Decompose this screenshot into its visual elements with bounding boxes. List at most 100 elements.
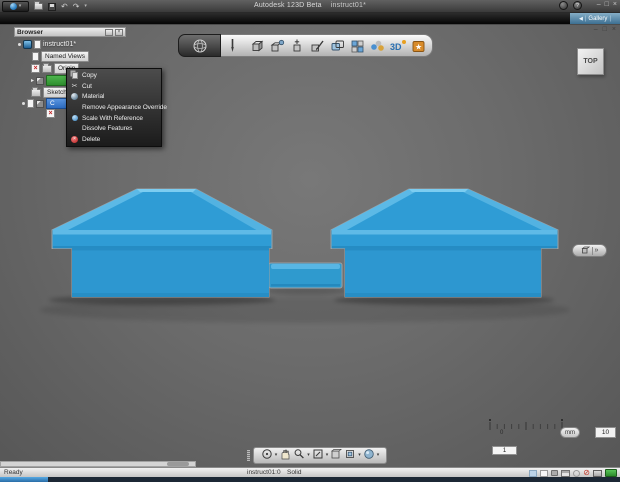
primitive-box-icon[interactable] bbox=[249, 38, 266, 54]
zoom-icon[interactable] bbox=[293, 447, 305, 465]
menu-item-copy[interactable]: Copy bbox=[67, 70, 161, 81]
menu-label: Remove Appearance Override bbox=[82, 104, 167, 112]
hidden-red-x-icon[interactable]: × bbox=[31, 64, 40, 73]
modify-icon[interactable] bbox=[309, 38, 326, 54]
menu-item-material[interactable]: Material bbox=[67, 91, 161, 102]
pill-cube-icon bbox=[580, 246, 590, 254]
tree-row-root[interactable]: instruct01* bbox=[18, 40, 76, 49]
minimize-button[interactable]: – bbox=[597, 1, 601, 9]
maximize-button[interactable]: □ bbox=[605, 1, 609, 9]
ruler-zero-label: 0 bbox=[500, 430, 504, 436]
browser-title: Browser bbox=[17, 28, 44, 36]
combine-icon[interactable] bbox=[349, 38, 366, 54]
display-icon[interactable] bbox=[593, 469, 602, 477]
fit-icon[interactable] bbox=[312, 447, 324, 465]
orbit-caret-icon[interactable]: ▾ bbox=[275, 453, 278, 458]
move-icon[interactable] bbox=[289, 38, 306, 54]
scrollbar-thumb[interactable] bbox=[167, 462, 189, 466]
units-button[interactable]: mm bbox=[560, 427, 580, 438]
steering-wheel-pill[interactable]: » bbox=[572, 244, 607, 257]
pill-divider bbox=[591, 246, 593, 255]
display-settings-icon[interactable] bbox=[344, 447, 356, 465]
solid-body-icon bbox=[36, 76, 45, 85]
svg-text:★: ★ bbox=[415, 42, 422, 51]
navbar-grip[interactable] bbox=[247, 450, 250, 461]
press-pull-icon[interactable] bbox=[269, 38, 286, 54]
lock-icon[interactable] bbox=[551, 470, 559, 476]
viewcube[interactable]: TOP bbox=[577, 48, 604, 75]
menu-item-dissolve-features[interactable]: Dissolve Features bbox=[67, 124, 161, 135]
origin-folder-icon bbox=[42, 62, 52, 73]
expand-dot[interactable] bbox=[22, 102, 25, 105]
grid-toggle-icon[interactable] bbox=[540, 469, 549, 477]
account-icon[interactable] bbox=[559, 1, 568, 10]
document-window-controls: – □ × bbox=[594, 26, 616, 34]
menu-item-cut[interactable]: ✂ Cut bbox=[67, 81, 161, 92]
material-icon[interactable] bbox=[369, 38, 386, 54]
menu-label: Scale With Reference bbox=[82, 114, 143, 122]
view-mode-icon[interactable] bbox=[330, 447, 343, 465]
layout-panes-icon[interactable] bbox=[561, 469, 571, 477]
orbit-icon[interactable] bbox=[261, 447, 273, 465]
menu-label: Material bbox=[82, 93, 105, 101]
status-text: Ready bbox=[4, 469, 23, 476]
app-window: ▾ ↶ ↷ ▾ Autodesk 123D Beta instruct01* ? … bbox=[0, 0, 620, 482]
root-label: instruct01* bbox=[43, 41, 77, 48]
text-3d-icon[interactable]: 3D bbox=[389, 38, 407, 54]
pan-hand-icon[interactable] bbox=[279, 447, 291, 465]
snap-toggle-icon[interactable] bbox=[529, 469, 538, 477]
menu-item-delete[interactable]: × Delete bbox=[67, 134, 161, 145]
feature-cube-icon bbox=[36, 99, 44, 108]
shading-caret-icon[interactable]: ▾ bbox=[377, 453, 380, 458]
menu-item-remove-appearance-override[interactable]: Remove Appearance Override bbox=[67, 102, 167, 113]
pattern-icon[interactable] bbox=[329, 38, 346, 54]
indicator-circle-icon[interactable] bbox=[573, 469, 581, 477]
grid-size-input[interactable]: 10 bbox=[595, 427, 616, 438]
expand-dot[interactable] bbox=[18, 43, 21, 46]
browser-panel-header[interactable]: Browser × bbox=[14, 27, 126, 37]
doc-restore-button[interactable]: □ bbox=[603, 26, 607, 34]
status-doc-ref: instruct01:0 bbox=[247, 469, 281, 476]
gallery-tab-label: Gallery bbox=[588, 15, 608, 22]
named-views-label[interactable]: Named Views bbox=[41, 51, 89, 62]
gallery-tab[interactable]: ◀ | Gallery | bbox=[570, 13, 620, 24]
viewcube-face-label[interactable]: TOP bbox=[583, 58, 597, 65]
sketch-pen-icon[interactable] bbox=[226, 37, 239, 54]
no-entry-icon[interactable]: ⊘ bbox=[583, 469, 590, 477]
taskbar-blue-segment bbox=[0, 477, 48, 482]
named-views-icon bbox=[32, 52, 39, 61]
ruler-scale-input[interactable]: 1 bbox=[492, 446, 517, 455]
scale-ruler bbox=[489, 419, 563, 430]
tree-row-named-views[interactable]: Named Views bbox=[32, 51, 89, 62]
status-bar: Ready instruct01:0 Solid ⊘ bbox=[0, 467, 620, 477]
zoom-caret-icon[interactable]: ▾ bbox=[307, 453, 310, 458]
tree-row-feature-selected[interactable]: C bbox=[22, 98, 72, 109]
title-bar: ▾ ↶ ↷ ▾ Autodesk 123D Beta instruct01* ? … bbox=[0, 0, 620, 13]
menu-item-scale-with-reference[interactable]: Scale With Reference bbox=[67, 113, 161, 124]
pill-expand-icon[interactable]: » bbox=[595, 247, 599, 254]
separator: | bbox=[584, 15, 587, 22]
app-name: Autodesk 123D Beta bbox=[253, 2, 322, 9]
browser-pin-icon[interactable] bbox=[105, 28, 113, 36]
doc-close-button[interactable]: × bbox=[612, 26, 616, 34]
shading-sphere-icon[interactable] bbox=[363, 447, 375, 465]
browser-close-icon[interactable]: × bbox=[115, 28, 123, 36]
snap-star-icon[interactable]: ★ bbox=[410, 38, 427, 54]
titlebar-utility-buttons: ? bbox=[559, 1, 582, 10]
scissors-icon: ✂ bbox=[71, 82, 78, 90]
menu-label: Copy bbox=[82, 71, 97, 79]
main-menu-button[interactable] bbox=[178, 34, 221, 57]
doc-minimize-button[interactable]: – bbox=[594, 26, 598, 34]
close-button[interactable]: × bbox=[613, 1, 617, 9]
help-icon[interactable]: ? bbox=[573, 1, 582, 10]
suppressed-red-x-icon[interactable]: × bbox=[46, 109, 55, 118]
fit-caret-icon[interactable]: ▾ bbox=[326, 453, 329, 458]
display-caret-icon[interactable]: ▾ bbox=[358, 453, 361, 458]
expand-arrow-icon[interactable]: ▸ bbox=[31, 78, 34, 84]
document-page-icon bbox=[34, 40, 41, 49]
tree-row-suppressed[interactable]: × bbox=[46, 109, 55, 118]
copy-icon bbox=[71, 71, 78, 79]
context-menu: Copy ✂ Cut Material Remove Appearance Ov… bbox=[66, 68, 167, 147]
back-arrow-icon[interactable]: ◀ bbox=[579, 16, 583, 22]
sphere-grid-icon bbox=[193, 39, 206, 52]
